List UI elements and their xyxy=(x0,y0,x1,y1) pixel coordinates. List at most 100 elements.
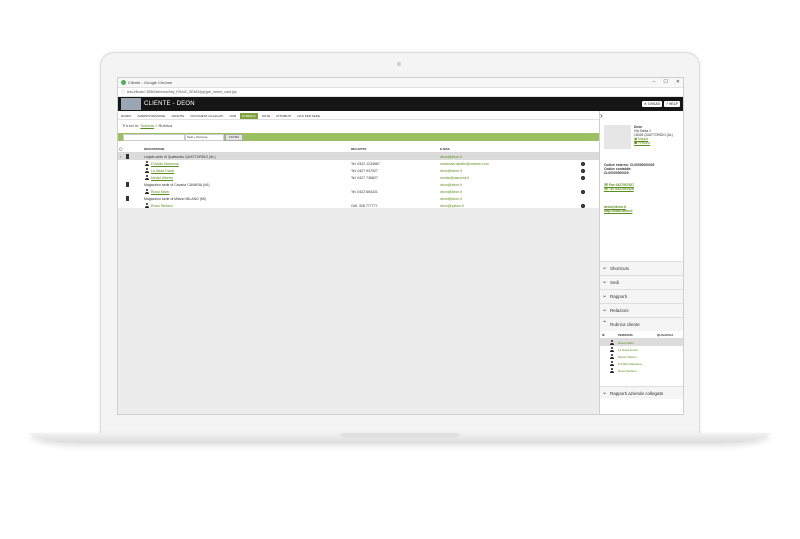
select-icon[interactable]: ⚙ xyxy=(602,333,605,337)
filter-button[interactable]: FILTRA xyxy=(225,134,243,141)
row-email[interactable]: deon@deon.it xyxy=(440,197,462,201)
row-phone: Tel. 0427 937927 xyxy=(351,168,378,173)
person-name[interactable]: Rossi Mario xyxy=(618,341,634,345)
section-label: Rubrica cliente xyxy=(610,322,640,327)
row-email[interactable]: marianna.daddio@nowere.com xyxy=(440,162,489,166)
tab-vendite[interactable]: VENDITE xyxy=(169,113,186,119)
search-input[interactable] xyxy=(123,134,185,141)
rubrica-row[interactable]: La Nasa Guido xyxy=(600,346,683,353)
screen: Cliente - Google Chrome – ☐ ✕ ⓘ test-elt… xyxy=(117,77,684,415)
person-name[interactable]: Medici Alberto xyxy=(618,355,637,359)
person-icon xyxy=(145,175,149,180)
row-email[interactable]: medici@dacorda.it xyxy=(440,176,469,180)
rubrica-row[interactable]: Rossi Stefano xyxy=(600,367,683,374)
row-description[interactable]: Medici Alberto xyxy=(151,176,173,180)
person-name[interactable]: La Nasa Guido xyxy=(618,348,638,352)
tab-attributi[interactable]: ATTRIBUTI xyxy=(274,113,293,119)
info-icon[interactable]: i xyxy=(581,189,585,194)
info-icon[interactable]: i xyxy=(581,203,585,208)
tab-dati-per-sede[interactable]: DATI PER SEDE xyxy=(295,113,322,119)
person-icon xyxy=(145,161,149,166)
tel-value: Tel. 0427937928 xyxy=(609,187,634,191)
section-relazioni[interactable]: ⌄ Relazioni xyxy=(600,303,683,317)
row-email[interactable]: deon@deon.it xyxy=(440,190,462,194)
help-label: HELP xyxy=(668,102,678,106)
row-description[interactable]: La Nasa Guido xyxy=(151,169,174,173)
people-link[interactable]: ☗ Persone xyxy=(634,141,673,145)
breadcrumb-link[interactable]: Scheda xyxy=(140,123,154,128)
section-rubrica[interactable]: ⌃ Rubrica cliente xyxy=(600,317,683,331)
row-phone: Tel. 0422 654321 xyxy=(351,189,378,194)
tab-crm[interactable]: CRM xyxy=(227,113,238,119)
rubrica-row[interactable]: D'Addio Marianna xyxy=(600,360,683,367)
info-icon[interactable]: i xyxy=(581,161,585,166)
close-button[interactable]: ✕ CHIUDI xyxy=(642,101,662,107)
close-label: CHIUDI xyxy=(647,102,660,106)
row-email[interactable]: deon@deon.it xyxy=(440,169,462,173)
address-bar[interactable]: ⓘ test-eltools?-8080/kehmonihtly_FMAIZ_D… xyxy=(118,88,683,97)
chevron-up-icon: ⌃ xyxy=(602,321,608,327)
tel-link[interactable]: ☏ Tel. 0427937928 xyxy=(604,187,634,191)
row-phone: Tel. 0422 1234567 xyxy=(351,161,380,166)
app-title: CLIENTE - DEON xyxy=(144,101,195,107)
table-row[interactable]: › Legale sede di Quattordio QUATTORDIO (A… xyxy=(118,153,599,160)
section-sedi[interactable]: ⌄ Sedi xyxy=(600,275,683,289)
row-phone: Cell. 328 777777 xyxy=(351,203,378,208)
table-row[interactable]: D'Addio Marianna Tel. 0422 1234567 mariann… xyxy=(118,160,599,167)
row-description[interactable]: D'Addio Marianna xyxy=(151,162,179,166)
web-link[interactable]: http://www.deon.it xyxy=(604,209,632,213)
help-button[interactable]: ? HELP xyxy=(663,101,680,107)
customer-photo xyxy=(604,125,631,149)
section-aziende[interactable]: ⌄ Rapporti aziende collegate xyxy=(600,386,683,399)
table-row[interactable]: Rossi Mario Tel. 0422 654321 deon@deon.it i xyxy=(118,188,599,195)
browser-titlebar: Cliente - Google Chrome – ☐ ✕ xyxy=(118,78,683,88)
person-icon xyxy=(145,189,149,194)
filter-bar: Sedi + Persone FILTRA xyxy=(118,133,599,141)
customer-card: Deon Via Santa 1 15028 QUATTORDIO (AL) ▣… xyxy=(634,125,673,145)
app-logo xyxy=(121,98,141,110)
rubrica-row[interactable]: Medici Alberto xyxy=(600,353,683,360)
tab-diario[interactable]: DIARIO xyxy=(119,113,133,119)
rubrica-row[interactable]: Rossi Mario xyxy=(600,339,683,346)
section-label: Rapporti aziende collegate xyxy=(610,391,664,396)
building-icon xyxy=(126,182,129,187)
right-panel: › Deon Via Santa 1 15028 QUATTORDIO (AL)… xyxy=(599,111,683,414)
info-icon[interactable]: i xyxy=(581,175,585,180)
info-icon: ⓘ xyxy=(121,89,125,94)
close-icon[interactable]: ✕ xyxy=(676,79,680,85)
filter-select[interactable]: Sedi + Persone xyxy=(185,134,224,141)
app-header: CLIENTE - DEON ✕ CHIUDI ? HELP xyxy=(118,97,683,111)
table-row[interactable]: La Nasa Guido Tel. 0427 937927 deon@deon.i… xyxy=(118,167,599,174)
chevron-down-icon: ⌄ xyxy=(602,293,608,299)
row-email[interactable]: deon@yahoo.it xyxy=(440,204,464,208)
section-rapporti[interactable]: ⌄ Rapporti xyxy=(600,289,683,303)
person-name[interactable]: D'Addio Marianna xyxy=(618,362,642,366)
tab-rubrica[interactable]: RUBRICA xyxy=(240,112,258,119)
contacts-table: ◯ DESCRIZIONE RECAPITO E-MAIL › Legale se… xyxy=(118,146,599,209)
laptop-notch xyxy=(340,433,460,438)
info-icon[interactable]: i xyxy=(581,168,585,173)
table-row[interactable]: Magazzino sede di Cavaria CAVARIA (VA) de… xyxy=(118,181,599,188)
chrome-icon xyxy=(121,80,126,85)
table-row[interactable]: Medici Alberto Tel. 0427 736827 medici@dac… xyxy=(118,174,599,181)
row-email[interactable]: deon@deon.it xyxy=(440,183,462,187)
row-description: Magazzino sede di Cavaria CAVARIA (VA) xyxy=(144,182,210,187)
expand-icon[interactable]: › xyxy=(120,155,121,159)
row-description: Magazzino sede di Milano MILANO (MI) xyxy=(144,196,207,201)
building-icon xyxy=(126,154,129,159)
row-description[interactable]: Rossi Mario xyxy=(151,190,169,194)
tab-amministrazione[interactable]: AMMINISTRAZIONE xyxy=(135,113,167,119)
table-row[interactable]: Magazzino sede di Milano MILANO (MI) deon… xyxy=(118,195,599,202)
tab-note[interactable]: NOTE xyxy=(260,113,272,119)
row-description[interactable]: Rossi Stefano xyxy=(151,204,173,208)
person-name[interactable]: Rossi Stefano xyxy=(618,369,637,373)
table-header: ◯ DESCRIZIONE RECAPITO E-MAIL xyxy=(118,146,599,153)
maximize-icon[interactable]: ☐ xyxy=(663,79,667,85)
row-email[interactable]: deon@deon.it xyxy=(440,155,462,159)
panel-toggle-icon[interactable]: › xyxy=(600,111,603,120)
section-shortcuts[interactable]: ⌄ Shortcuts xyxy=(600,261,683,275)
tab-documenti-allegati[interactable]: DOCUMENTI ALLEGATI xyxy=(188,113,225,119)
minimize-icon[interactable]: – xyxy=(653,79,656,85)
window-title: Cliente - Google Chrome xyxy=(128,80,173,85)
select-all-icon[interactable]: ◯ xyxy=(119,147,122,151)
